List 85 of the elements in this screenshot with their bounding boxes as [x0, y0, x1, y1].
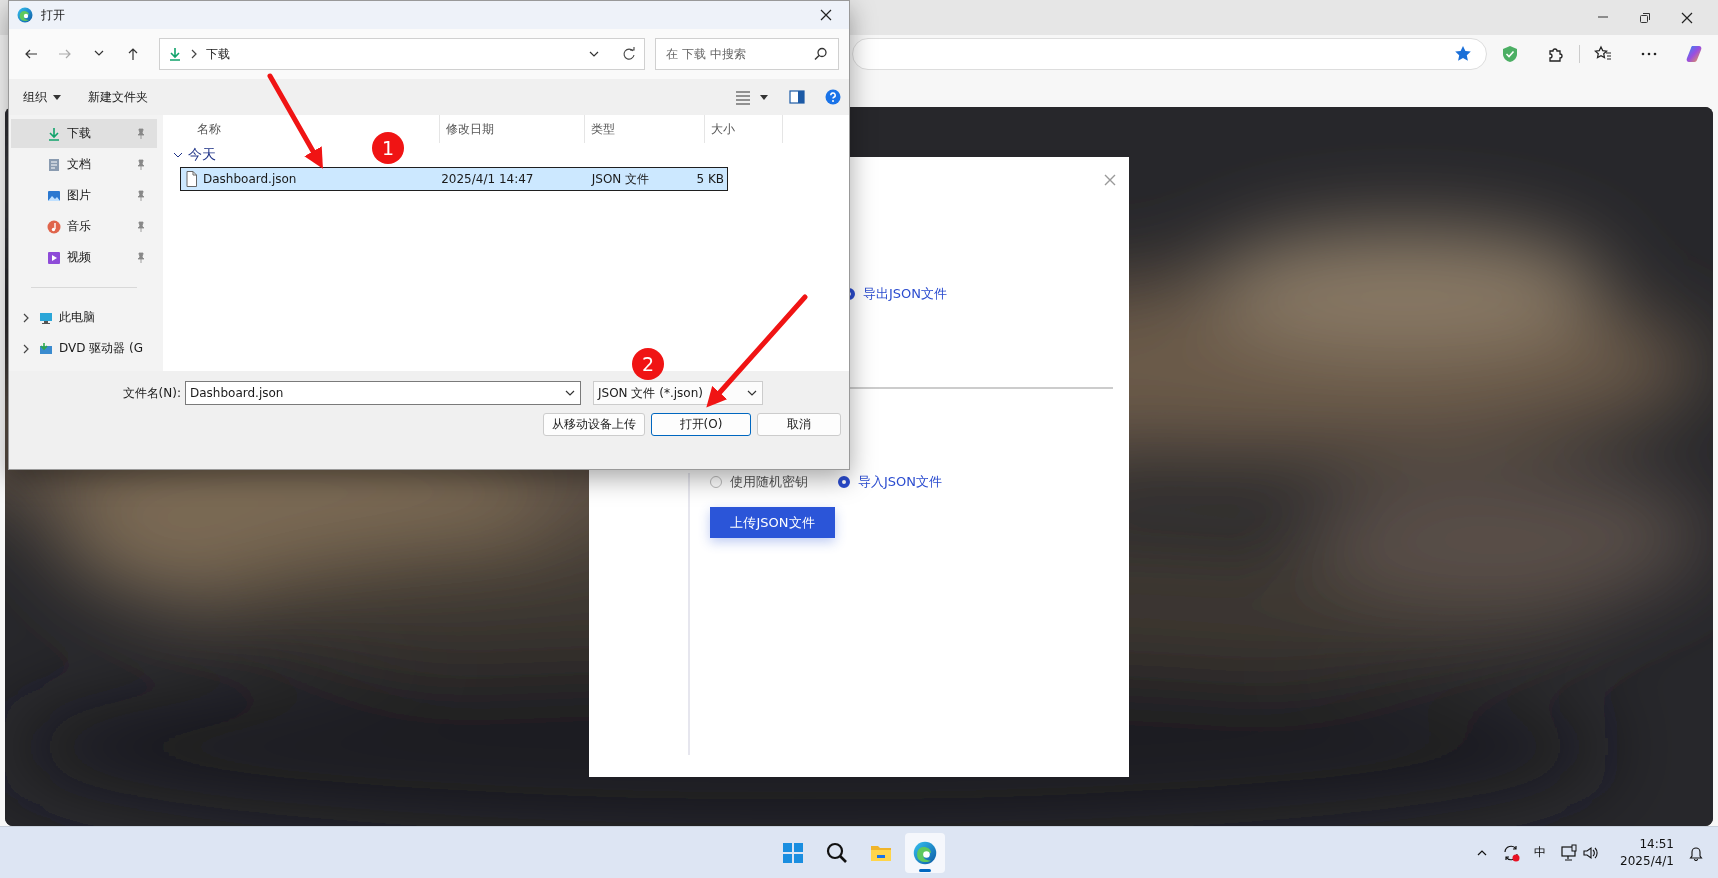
video-icon — [47, 250, 61, 265]
chevron-right-icon[interactable] — [22, 343, 30, 354]
picture-icon — [47, 188, 61, 203]
sidebar-item[interactable]: 下载 — [11, 119, 157, 148]
address-field[interactable]: 下载 — [159, 38, 645, 70]
notification-bell-icon[interactable] — [1688, 844, 1704, 861]
breadcrumb-chevron-icon — [190, 49, 198, 59]
up-arrow-icon[interactable] — [126, 47, 140, 61]
file-type-value: JSON 文件 (*.json) — [598, 384, 703, 402]
radio-label[interactable]: 导入JSON文件 — [858, 473, 943, 491]
favorites-icon[interactable] — [1594, 45, 1613, 63]
group-label[interactable]: 今天 — [188, 146, 216, 164]
sidebar-item[interactable]: 文档 — [11, 150, 157, 179]
restore-button[interactable] — [1638, 10, 1652, 25]
start-icon — [781, 840, 805, 865]
file-date: 2025/4/1 14:47 — [440, 172, 535, 186]
star-icon[interactable] — [1454, 45, 1473, 63]
caret-icon[interactable] — [759, 93, 769, 101]
sidebar-label: 文档 — [67, 156, 91, 173]
clock-date: 2025/4/1 — [1620, 852, 1674, 870]
input-method-indicator[interactable]: 中 — [1534, 844, 1547, 861]
radio-button[interactable] — [838, 476, 850, 488]
file-name: Dashboard.json — [203, 172, 297, 186]
view-list-icon[interactable] — [735, 89, 751, 105]
puzzle-icon[interactable] — [1547, 45, 1566, 63]
caret-icon — [52, 93, 62, 101]
sidebar-label: DVD 驱动器 (G — [59, 340, 144, 357]
sidebar-label: 图片 — [67, 187, 91, 204]
computer-icon — [39, 310, 53, 325]
upload-button[interactable]: 上传JSON文件 — [710, 507, 835, 538]
clock[interactable]: 14:51 2025/4/1 — [1620, 835, 1674, 870]
preview-pane-icon[interactable] — [789, 90, 805, 104]
file-icon — [185, 171, 197, 187]
browser-icon — [913, 840, 937, 865]
search-field[interactable]: 在 下载 中搜索 — [655, 38, 839, 70]
sidebar-item[interactable]: 图片 — [11, 181, 157, 210]
sidebar-item[interactable]: DVD 驱动器 (G — [11, 334, 157, 363]
search-placeholder: 在 下载 中搜索 — [666, 45, 746, 63]
open-button[interactable]: 打开(O) — [651, 413, 751, 436]
cancel-button[interactable]: 取消 — [757, 413, 841, 436]
help-icon[interactable] — [825, 89, 841, 105]
file-type-dropdown[interactable]: JSON 文件 (*.json) — [593, 381, 763, 405]
sidebar-item[interactable]: 此电脑 — [11, 303, 157, 332]
filename-value: Dashboard.json — [190, 386, 284, 400]
document-icon — [47, 157, 61, 172]
search-icon — [814, 47, 828, 61]
download-icon — [47, 126, 61, 141]
refresh-icon[interactable] — [622, 47, 636, 61]
music-icon — [47, 219, 61, 234]
download-icon — [168, 47, 182, 61]
upload-from-device-button[interactable]: 从移动设备上传 — [543, 413, 645, 436]
file-type: JSON 文件 — [590, 170, 651, 188]
new-folder-button[interactable]: 新建文件夹 — [88, 88, 148, 106]
file-row[interactable]: Dashboard.json 2025/4/1 14:47 JSON 文件 5 KB — [180, 167, 728, 191]
close-icon — [819, 8, 833, 22]
sync-icon[interactable] — [1502, 843, 1521, 862]
filename-field[interactable]: Dashboard.json — [185, 381, 581, 405]
shield-icon[interactable] — [1501, 45, 1520, 63]
clock-time: 14:51 — [1639, 835, 1674, 853]
chevron-right-icon[interactable] — [22, 312, 30, 323]
drive-icon — [39, 341, 53, 356]
network-icon[interactable] — [1560, 843, 1579, 862]
search-icon — [825, 840, 849, 865]
sidebar-label: 下载 — [67, 125, 91, 142]
radio-label[interactable]: 使用随机密钥 — [730, 473, 808, 491]
browser-icon — [17, 7, 33, 23]
sidebar-label: 视频 — [67, 249, 91, 266]
chevron-down-icon[interactable] — [173, 150, 183, 160]
sidebar-label: 音乐 — [67, 218, 91, 235]
close-button[interactable] — [1680, 10, 1694, 25]
sidebar-item[interactable]: 视频 — [11, 243, 157, 272]
radio-label[interactable]: 导出JSON文件 — [863, 285, 948, 303]
address-path: 下载 — [206, 45, 230, 63]
column-header[interactable]: 修改日期 — [440, 115, 585, 143]
close-icon[interactable] — [1103, 173, 1117, 187]
back-icon[interactable] — [24, 47, 38, 61]
file-size: 5 KB — [695, 172, 725, 186]
radio-button[interactable] — [710, 476, 722, 488]
sidebar-label: 此电脑 — [59, 309, 95, 326]
filename-label: 文件名(N): — [121, 384, 182, 402]
organize-menu[interactable]: 组织 — [23, 88, 62, 106]
column-header[interactable]: 类型 — [585, 115, 705, 143]
column-header[interactable]: 大小 — [705, 115, 783, 143]
sidebar-item[interactable]: 音乐 — [11, 212, 157, 241]
window-title: 打开 — [41, 6, 65, 24]
